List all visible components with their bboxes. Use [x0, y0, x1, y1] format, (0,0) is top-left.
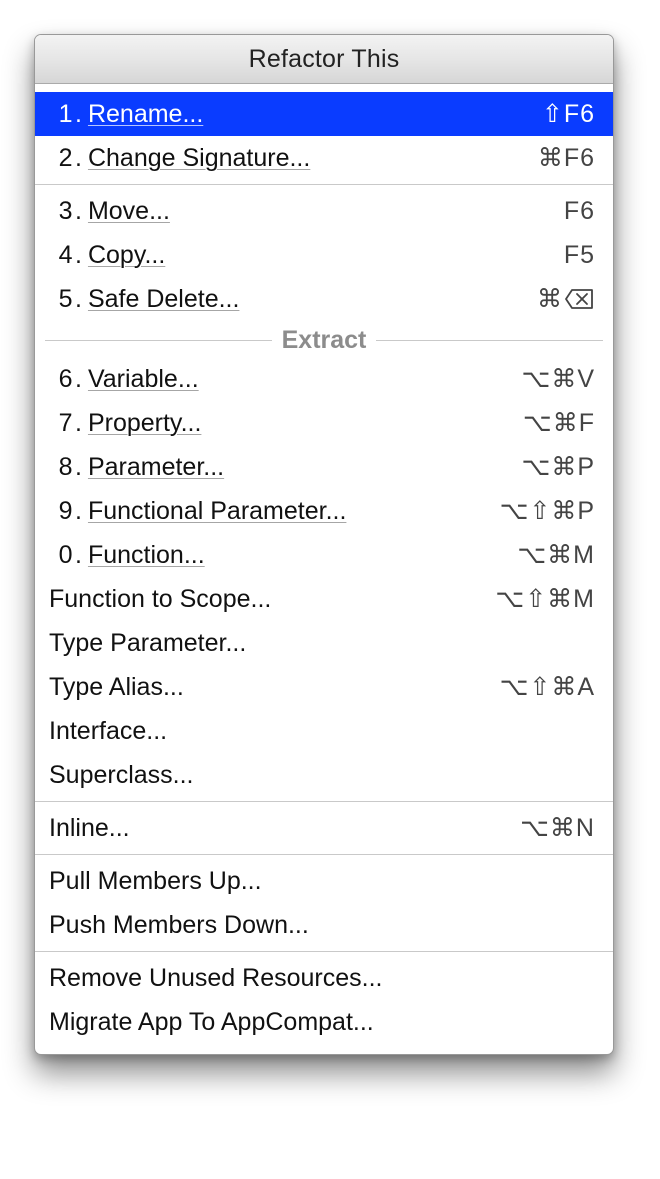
menu-item-name: Move...	[88, 197, 170, 226]
menu-item-migrate-app-to-appcompat[interactable]: Migrate App To AppCompat...	[35, 1000, 613, 1044]
menu-item-number: 6	[49, 365, 73, 394]
menu-item-shortcut: ⌥⇧⌘M	[495, 584, 595, 614]
separator	[35, 951, 613, 952]
section-label: Extract	[272, 326, 377, 355]
menu-item-number: 2	[49, 144, 73, 173]
menu-item-number: 7	[49, 409, 73, 438]
menu-item-name: Property...	[88, 409, 201, 438]
separator	[35, 184, 613, 185]
menu-item-number: 3	[49, 197, 73, 226]
menu-item-functional-parameter[interactable]: 9.Functional Parameter... ⌥⇧⌘P	[35, 489, 613, 533]
menu-item-label: 6.Variable...	[49, 365, 199, 394]
menu-item-variable[interactable]: 6.Variable... ⌥⌘V	[35, 357, 613, 401]
menu-item-function[interactable]: 0.Function... ⌥⌘M	[35, 533, 613, 577]
separator	[35, 854, 613, 855]
menu-item-label: 8.Parameter...	[49, 453, 224, 482]
menu-item-parameter[interactable]: 8.Parameter... ⌥⌘P	[35, 445, 613, 489]
menu-item-name: Rename...	[88, 100, 203, 129]
menu-item-shortcut: ⌘F6	[538, 143, 595, 173]
menu-item-inline[interactable]: Inline... ⌥⌘N	[35, 806, 613, 850]
menu-item-shortcut: F5	[564, 241, 595, 270]
menu-item-name: Variable...	[88, 365, 199, 394]
menu-item-number: 0	[49, 541, 73, 570]
menu-item-number: 9	[49, 497, 73, 526]
menu-item-move[interactable]: 3.Move... F6	[35, 189, 613, 233]
menu-item-safe-delete[interactable]: 5.Safe Delete... ⌘	[35, 277, 613, 321]
menu-item-remove-unused-resources[interactable]: Remove Unused Resources...	[35, 956, 613, 1000]
menu-item-number: 1	[49, 100, 73, 129]
menu-item-name: Push Members Down...	[49, 911, 309, 940]
delete-icon	[565, 288, 595, 310]
menu-item-label: Interface...	[49, 717, 167, 746]
popup-title: Refactor This	[35, 35, 613, 84]
menu-item-label: 0.Function...	[49, 541, 205, 570]
menu-item-name: Pull Members Up...	[49, 867, 262, 896]
menu-item-number: 4	[49, 241, 73, 270]
menu-item-label: 7.Property...	[49, 409, 201, 438]
menu-item-shortcut: ⌥⌘M	[517, 540, 595, 570]
menu-item-name: Safe Delete...	[88, 285, 239, 314]
menu-item-label: 9.Functional Parameter...	[49, 497, 346, 526]
menu-item-name: Type Alias...	[49, 673, 184, 702]
menu-item-interface[interactable]: Interface...	[35, 709, 613, 753]
menu-item-name: Functional Parameter...	[88, 497, 346, 526]
menu-item-shortcut: ⌥⌘P	[522, 452, 595, 482]
menu-item-push-members-down[interactable]: Push Members Down...	[35, 903, 613, 947]
menu-item-name: Interface...	[49, 717, 167, 746]
menu-item-name: Superclass...	[49, 761, 194, 790]
menu-item-name: Change Signature...	[88, 144, 310, 173]
menu-item-copy[interactable]: 4.Copy... F5	[35, 233, 613, 277]
menu-item-property[interactable]: 7.Property... ⌥⌘F	[35, 401, 613, 445]
menu-item-shortcut: ⇧F6	[542, 99, 595, 129]
menu-item-function-to-scope[interactable]: Function to Scope... ⌥⇧⌘M	[35, 577, 613, 621]
menu-item-name: Parameter...	[88, 453, 224, 482]
menu-item-name: Function...	[88, 541, 205, 570]
menu-item-pull-members-up[interactable]: Pull Members Up...	[35, 859, 613, 903]
menu-item-shortcut: F6	[564, 197, 595, 226]
menu-item-shortcut: ⌥⌘F	[523, 408, 595, 438]
menu-item-label: Type Alias...	[49, 673, 184, 702]
popup-content: 1.Rename...⇧F62.Change Signature...⌘F63.…	[35, 84, 613, 1054]
menu-item-shortcut: ⌥⌘V	[522, 364, 595, 394]
menu-item-number: 8	[49, 453, 73, 482]
menu-item-name: Function to Scope...	[49, 585, 271, 614]
menu-item-type-parameter[interactable]: Type Parameter...	[35, 621, 613, 665]
separator	[35, 801, 613, 802]
menu-item-rename[interactable]: 1.Rename... ⇧F6	[35, 92, 613, 136]
menu-item-label: 1.Rename...	[49, 100, 203, 129]
menu-item-shortcut: ⌥⇧⌘P	[500, 496, 595, 526]
menu-item-name: Inline...	[49, 814, 130, 843]
menu-item-type-alias[interactable]: Type Alias... ⌥⇧⌘A	[35, 665, 613, 709]
menu-item-change-signature[interactable]: 2.Change Signature... ⌘F6	[35, 136, 613, 180]
menu-item-label: Type Parameter...	[49, 629, 246, 658]
refactor-popup: Refactor This 1.Rename... ⇧F6 2.Change Sig…	[34, 34, 614, 1055]
menu-item-label: 4.Copy...	[49, 241, 165, 270]
menu-item-name: Copy...	[88, 241, 165, 270]
menu-item-shortcut: ⌥⇧⌘A	[500, 672, 595, 702]
menu-item-label: Remove Unused Resources...	[49, 964, 382, 993]
menu-item-shortcut: ⌥⌘N	[520, 813, 595, 843]
menu-item-number: 5	[49, 285, 73, 314]
menu-item-name: Type Parameter...	[49, 629, 246, 658]
menu-item-shortcut: ⌘	[537, 284, 595, 314]
menu-item-name: Migrate App To AppCompat...	[49, 1008, 374, 1037]
menu-item-label: Migrate App To AppCompat...	[49, 1008, 374, 1037]
menu-item-label: 2.Change Signature...	[49, 144, 310, 173]
menu-item-label: 5.Safe Delete...	[49, 285, 239, 314]
menu-item-label: Pull Members Up...	[49, 867, 262, 896]
menu-item-label: Superclass...	[49, 761, 194, 790]
menu-item-label: Push Members Down...	[49, 911, 309, 940]
menu-item-label: Inline...	[49, 814, 130, 843]
menu-item-label: 3.Move...	[49, 197, 170, 226]
menu-item-superclass[interactable]: Superclass...	[35, 753, 613, 797]
menu-item-label: Function to Scope...	[49, 585, 271, 614]
menu-item-name: Remove Unused Resources...	[49, 964, 382, 993]
section-header-extract: Extract	[35, 325, 613, 355]
